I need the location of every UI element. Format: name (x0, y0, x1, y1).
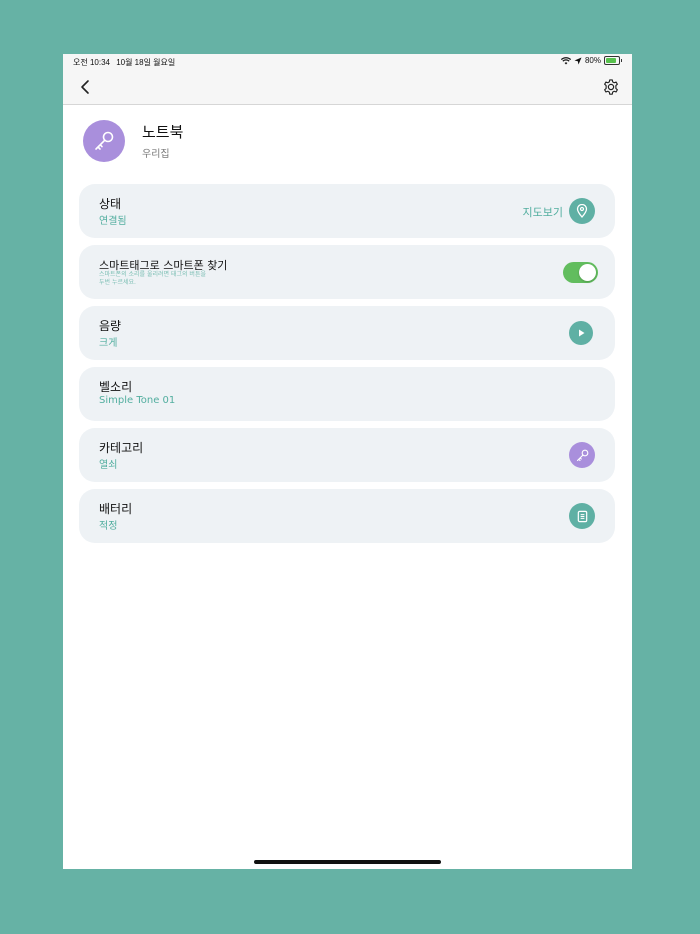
category-icon-button[interactable] (569, 442, 595, 468)
wifi-icon (560, 56, 571, 64)
category-title: 카테고리 (99, 441, 144, 455)
app-screen: 오전 10:34 10월 18일 월요일 80% 노트북 우리집 상태 연결됨 … (63, 54, 632, 869)
key-icon (95, 131, 114, 150)
toggle-knob (579, 264, 596, 281)
battery-value: 적정 (99, 521, 118, 532)
status-value: 연결됨 (99, 216, 127, 227)
map-pin-icon (576, 204, 588, 218)
category-value: 열쇠 (99, 460, 118, 471)
volume-title: 음량 (99, 319, 122, 333)
back-button[interactable] (77, 78, 95, 96)
battery-percent: 80% (584, 56, 601, 65)
view-map-button[interactable] (569, 198, 595, 224)
nav-bar (63, 70, 632, 105)
ringtone-value: Simple Tone 01 (99, 395, 176, 406)
device-place: 우리집 (142, 149, 170, 160)
device-avatar (83, 120, 125, 162)
settings-button[interactable] (602, 78, 620, 96)
battery-level-fill (606, 58, 616, 63)
find-phone-toggle[interactable] (563, 262, 598, 283)
battery-title: 배터리 (99, 502, 133, 516)
category-card[interactable]: 카테고리 열쇠 (79, 428, 615, 482)
gear-icon (604, 79, 618, 95)
status-title: 상태 (99, 197, 122, 211)
find-phone-card: 스마트태그로 스마트폰 찾기 스마트폰의 소리를 울리려면 태그의 버튼을 두번… (79, 245, 615, 299)
battery-card[interactable]: 배터리 적정 (79, 489, 615, 543)
status-card[interactable]: 상태 연결됨 지도보기 (79, 184, 615, 238)
document-icon (577, 510, 587, 522)
device-name: 노트북 (142, 123, 184, 141)
volume-card[interactable]: 음량 크게 (79, 306, 615, 360)
home-indicator[interactable] (254, 860, 441, 864)
device-header: 노트북 우리집 (83, 120, 603, 164)
find-phone-description-line2: 두번 누르세요. (99, 279, 136, 286)
status-bar: 오전 10:34 10월 18일 월요일 80% (63, 54, 632, 70)
status-date: 10월 18일 월요일 (116, 58, 176, 67)
find-phone-description-line1: 스마트폰의 소리를 울리려면 태그의 버튼을 (99, 271, 206, 278)
battery-info-button[interactable] (569, 503, 595, 529)
location-arrow-icon (574, 57, 582, 64)
ringtone-title: 벨소리 (99, 380, 133, 394)
volume-value: 크게 (99, 338, 118, 349)
key-icon (576, 449, 588, 461)
chevron-left-icon (81, 80, 89, 94)
ringtone-card[interactable]: 벨소리 Simple Tone 01 (79, 367, 615, 421)
battery-icon (604, 56, 622, 65)
status-time: 오전 10:34 (73, 58, 110, 67)
play-icon (579, 329, 585, 337)
play-button[interactable] (569, 321, 593, 345)
view-map-link[interactable]: 지도보기 (523, 204, 563, 220)
